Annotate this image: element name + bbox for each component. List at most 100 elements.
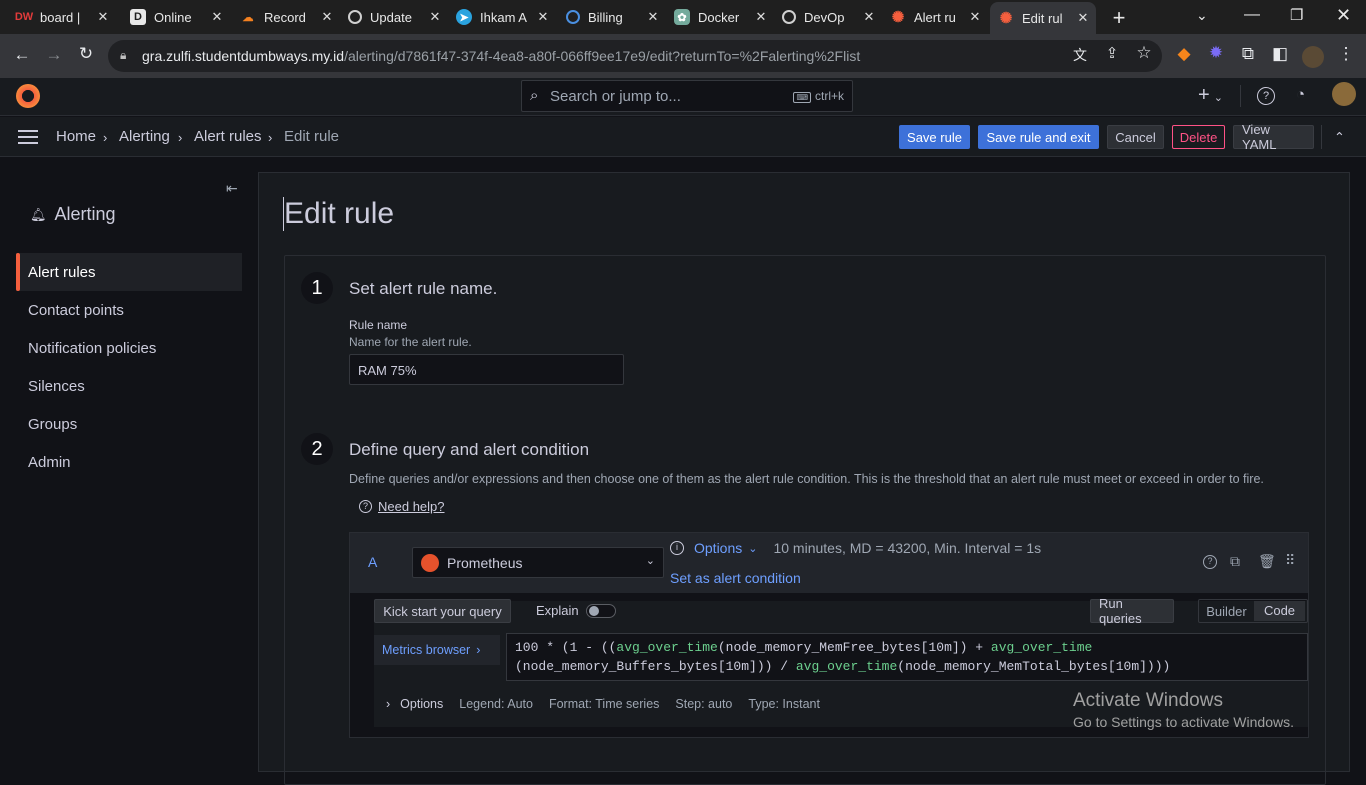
tab-search-chevron-icon[interactable]: ⌄: [1196, 7, 1208, 24]
view-yaml-button[interactable]: View YAML: [1233, 122, 1314, 152]
step-description: Define queries and/or expressions and th…: [349, 472, 1264, 486]
breadcrumb-alerting[interactable]: Alerting: [119, 128, 170, 145]
code-mode-button[interactable]: Code: [1254, 601, 1305, 621]
browser-tab-bar: DW board | ✕ D Online ✕ ☁ Record ✕ Updat…: [0, 0, 1366, 34]
dock-menu-icon[interactable]: ⇤: [226, 180, 238, 197]
news-rss-icon[interactable]: ◔: [1296, 86, 1305, 103]
activate-windows-subtitle: Go to Settings to activate Windows.: [1073, 714, 1294, 730]
query-ref-id[interactable]: A: [368, 554, 377, 570]
close-icon[interactable]: ✕: [862, 9, 876, 25]
close-icon[interactable]: ✕: [968, 9, 982, 25]
add-icon[interactable]: + ⌄: [1198, 84, 1223, 107]
breadcrumb-alert-rules[interactable]: Alert rules: [194, 128, 262, 145]
address-bar: ← → ↻ 🔒︎ gra.zulfi.studentdumbways.my.id…: [0, 34, 1366, 78]
new-tab-icon[interactable]: +: [1108, 5, 1130, 31]
browser-tab[interactable]: ✿ Docker ✕: [666, 4, 774, 30]
search-input[interactable]: ⌕ Search or jump to... ⌨ ctrl+k: [521, 80, 853, 112]
url-field[interactable]: 🔒︎ gra.zulfi.studentdumbways.my.id/alert…: [108, 40, 1162, 72]
close-icon[interactable]: ✕: [646, 9, 660, 25]
extension-icon[interactable]: ✹: [1204, 43, 1228, 63]
sidebar-item-admin[interactable]: Admin: [16, 443, 242, 481]
cloudflare-icon: ☁: [242, 11, 254, 24]
back-icon[interactable]: ←: [10, 45, 34, 65]
close-icon[interactable]: ✕: [320, 9, 334, 25]
profile-avatar[interactable]: [1302, 46, 1324, 68]
chevron-up-icon[interactable]: ⌄: [1334, 128, 1345, 144]
share-icon[interactable]: ⇪: [1100, 44, 1124, 62]
help-icon[interactable]: ?: [1203, 555, 1217, 569]
duplicate-icon[interactable]: ⧉: [1230, 553, 1240, 570]
browser-tab[interactable]: D Online ✕: [122, 4, 230, 30]
close-icon[interactable]: ✕: [1076, 10, 1090, 26]
menu-hamburger-icon[interactable]: [18, 127, 38, 145]
help-icon: ?: [359, 500, 372, 513]
metamask-icon[interactable]: ◆: [1172, 44, 1196, 64]
sidebar-item-notification-policies[interactable]: Notification policies: [16, 329, 242, 367]
breadcrumb-edit-rule: Edit rule: [284, 128, 340, 145]
browser-tab[interactable]: ✺ Alert ru ✕: [882, 4, 988, 30]
datasource-picker[interactable]: Prometheus ⌄: [412, 547, 664, 578]
delete-button[interactable]: Delete: [1172, 125, 1225, 149]
github-icon: [782, 10, 796, 24]
close-icon[interactable]: ✕: [428, 9, 442, 25]
site-info-icon[interactable]: 🔒︎: [120, 48, 126, 63]
sidebar-item-contact-points[interactable]: Contact points: [16, 291, 242, 329]
search-icon: ⌕: [530, 87, 539, 104]
rule-name-input[interactable]: RAM 75%: [349, 354, 624, 385]
drag-handle-icon[interactable]: ⠿: [1285, 552, 1295, 569]
help-icon[interactable]: ?: [1257, 87, 1275, 105]
browser-tab[interactable]: ➤ Ihkam A ✕: [448, 4, 556, 30]
browser-tab[interactable]: DevOp ✕: [774, 4, 882, 30]
browser-tab[interactable]: DW board | ✕: [8, 4, 116, 30]
set-as-alert-condition-link[interactable]: Set as alert condition: [670, 570, 801, 586]
browser-tab-active[interactable]: ✺ Edit rul ✕: [990, 2, 1096, 34]
restore-icon[interactable]: ❐: [1290, 6, 1303, 24]
billing-icon: [566, 10, 580, 24]
promql-query-input[interactable]: 100 * (1 - ((avg_over_time(node_memory_M…: [506, 633, 1308, 681]
openai-icon: ✿: [674, 9, 690, 25]
browser-tab[interactable]: Update ✕: [340, 4, 448, 30]
grafana-icon: ✺: [999, 10, 1013, 27]
rule-name-description: Name for the alert rule.: [349, 335, 472, 349]
browser-tab[interactable]: Billing ✕: [558, 4, 666, 30]
breadcrumb-home[interactable]: Home: [56, 128, 96, 145]
forward-icon[interactable]: →: [42, 45, 66, 65]
window-close-icon[interactable]: ✕: [1336, 5, 1351, 26]
github-icon: [348, 10, 362, 24]
activate-windows-title: Activate Windows: [1073, 690, 1223, 711]
side-panel-icon[interactable]: ◧: [1268, 44, 1292, 64]
browser-tab[interactable]: ☁ Record ✕: [232, 4, 340, 30]
explain-label: Explain: [536, 603, 579, 618]
save-rule-and-exit-button[interactable]: Save rule and exit: [978, 125, 1099, 149]
save-rule-button[interactable]: Save rule: [899, 125, 970, 149]
grafana-top-nav: ⌕ Search or jump to... ⌨ ctrl+k + ⌄ ? ◔: [0, 78, 1366, 116]
translate-icon[interactable]: 文: [1068, 45, 1092, 65]
close-icon[interactable]: ✕: [754, 9, 768, 25]
menu-dots-icon[interactable]: ⋮: [1334, 44, 1358, 64]
metrics-browser-button[interactable]: Metrics browser ›: [374, 635, 500, 665]
builder-mode-button[interactable]: Builder: [1199, 604, 1254, 619]
query-options-toggle[interactable]: i Options ⌄ 10 minutes, MD = 43200, Min.…: [670, 540, 1041, 556]
options-summary: 10 minutes, MD = 43200, Min. Interval = …: [773, 540, 1042, 556]
grafana-logo-icon[interactable]: [16, 84, 40, 108]
d-icon: D: [130, 9, 146, 25]
step-number: 2: [301, 433, 333, 465]
run-queries-button[interactable]: Run queries: [1090, 596, 1174, 626]
keyboard-shortcut: ⌨ ctrl+k: [793, 89, 844, 103]
puzzle-icon[interactable]: ⧉: [1236, 44, 1260, 64]
reload-icon[interactable]: ↻: [74, 44, 98, 64]
user-avatar[interactable]: [1332, 82, 1356, 106]
close-icon[interactable]: ✕: [536, 9, 550, 25]
trash-icon[interactable]: 🗑︎: [1258, 553, 1276, 570]
close-icon[interactable]: ✕: [96, 9, 110, 25]
need-help-link[interactable]: ? Need help?: [359, 499, 445, 514]
cancel-button[interactable]: Cancel: [1107, 125, 1164, 149]
kick-start-query-button[interactable]: Kick start your query: [374, 599, 511, 623]
minimize-icon[interactable]: —: [1244, 6, 1260, 24]
sidebar-item-alert-rules[interactable]: Alert rules: [16, 253, 242, 291]
sidebar-item-silences[interactable]: Silences: [16, 367, 242, 405]
sidebar-item-groups[interactable]: Groups: [16, 405, 242, 443]
bookmark-star-icon[interactable]: ☆: [1132, 43, 1156, 63]
explain-toggle[interactable]: [586, 604, 616, 618]
close-icon[interactable]: ✕: [210, 9, 224, 25]
